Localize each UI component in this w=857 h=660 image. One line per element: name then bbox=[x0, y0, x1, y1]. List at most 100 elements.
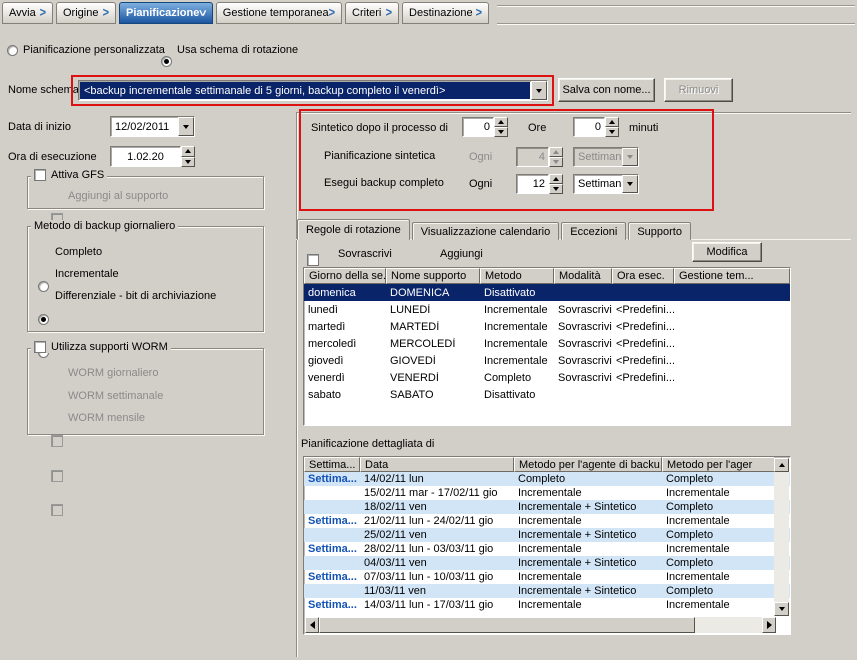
column-header-other-method[interactable]: Metodo per l'ager bbox=[662, 457, 775, 472]
detail-table-row[interactable]: 15/02/11 mar - 17/02/11 gioIncrementaleI… bbox=[304, 486, 790, 500]
tab-supporto[interactable]: Supporto bbox=[628, 222, 691, 240]
spin-down-button[interactable] bbox=[181, 157, 195, 168]
scrollbar-track[interactable] bbox=[774, 472, 789, 602]
column-header-media[interactable]: Nome supporto bbox=[386, 268, 480, 284]
custom-schedule-radio[interactable] bbox=[7, 45, 18, 56]
spin-up-button[interactable] bbox=[549, 147, 563, 157]
synthetic-interval-spinner[interactable]: 4 bbox=[516, 147, 563, 167]
scroll-right-button[interactable] bbox=[762, 617, 776, 633]
tab-pianificazione[interactable]: Pianificazione > bbox=[119, 2, 213, 24]
scroll-left-button[interactable] bbox=[305, 617, 319, 633]
save-as-button[interactable]: Salva con nome... bbox=[558, 78, 655, 102]
vertical-scrollbar[interactable] bbox=[774, 458, 789, 616]
rules-table-row[interactable]: mercoledìMERCOLEDÌIncrementaleSovrascriv… bbox=[304, 335, 790, 352]
dropdown-arrow-icon[interactable] bbox=[622, 148, 638, 166]
worm-weekly-checkbox[interactable] bbox=[51, 470, 63, 482]
worm-monthly-label: WORM mensile bbox=[68, 412, 145, 424]
method-completo-label: Completo bbox=[55, 246, 102, 258]
rules-cell: Disattivato bbox=[480, 287, 554, 299]
tab-avvia[interactable]: Avvia > bbox=[2, 2, 53, 24]
rules-cell: Sovrascrivi bbox=[554, 355, 612, 367]
tab-origine[interactable]: Origine > bbox=[56, 2, 116, 24]
detail-table-row[interactable]: Settima...21/02/11 lun - 24/02/11 gioInc… bbox=[304, 514, 790, 528]
scrollbar-thumb[interactable] bbox=[319, 617, 695, 633]
synthetic-minutes-spinner[interactable]: 0 bbox=[573, 117, 619, 137]
remove-button[interactable]: Rimuovi bbox=[664, 78, 733, 102]
synthetic-schedule-checkbox[interactable] bbox=[307, 254, 319, 266]
worm-enable-checkbox[interactable] bbox=[34, 341, 46, 353]
rules-table-row[interactable]: martedìMARTEDÌIncrementaleSovrascrivi<Pr… bbox=[304, 318, 790, 335]
detail-table-row[interactable]: Settima...07/03/11 lun - 10/03/11 gioInc… bbox=[304, 570, 790, 584]
column-header-week[interactable]: Settima... bbox=[304, 457, 360, 472]
rules-cell: LUNEDÌ bbox=[386, 304, 480, 316]
rules-table-row[interactable]: lunedìLUNEDÌIncrementaleSovrascrivi<Pred… bbox=[304, 301, 790, 318]
method-incrementale-radio[interactable] bbox=[38, 314, 49, 325]
spin-down-button[interactable] bbox=[494, 127, 508, 137]
rules-cell: <Predefini... bbox=[612, 338, 674, 350]
rotation-scheme-radio[interactable] bbox=[161, 56, 172, 67]
spin-up-button[interactable] bbox=[181, 146, 195, 157]
scrollbar-track[interactable] bbox=[695, 617, 762, 633]
detail-table-row[interactable]: Settima...14/03/11 lun - 17/03/11 gioInc… bbox=[304, 598, 790, 612]
tab-visualizzazione-calendario[interactable]: Visualizzazione calendario bbox=[412, 222, 559, 240]
rules-cell: DOMENICA bbox=[386, 287, 480, 299]
detail-table-row[interactable]: 25/02/11 venIncrementale + SinteticoComp… bbox=[304, 528, 790, 542]
edit-button[interactable]: Modifica bbox=[692, 242, 762, 262]
dropdown-arrow-icon[interactable] bbox=[178, 117, 194, 136]
tab-destinazione[interactable]: Destinazione > bbox=[402, 2, 489, 24]
exec-time-value: 1.02.20 bbox=[110, 146, 181, 167]
start-date-select[interactable]: 12/02/2011 bbox=[110, 116, 195, 137]
tab-eccezioni[interactable]: Eccezioni bbox=[561, 222, 626, 240]
gfs-append-label: Aggiungi al supporto bbox=[68, 190, 168, 202]
spin-up-button[interactable] bbox=[605, 117, 619, 127]
detail-table-row[interactable]: 18/02/11 venIncrementale + SinteticoComp… bbox=[304, 500, 790, 514]
tab-gestione-temporanea[interactable]: Gestione temporanea > bbox=[216, 2, 342, 24]
detail-table-row[interactable]: 11/03/11 venIncrementale + SinteticoComp… bbox=[304, 584, 790, 598]
detail-table-row[interactable]: 04/03/11 venIncrementale + SinteticoComp… bbox=[304, 556, 790, 570]
gfs-enable-checkbox[interactable] bbox=[34, 169, 46, 181]
synthetic-hours-spinner[interactable]: 0 bbox=[462, 117, 508, 137]
rules-cell: <Predefini... bbox=[612, 355, 674, 367]
synthetic-every-label: Ogni bbox=[469, 151, 492, 163]
scroll-down-button[interactable] bbox=[774, 602, 789, 616]
column-header-method[interactable]: Metodo bbox=[480, 268, 554, 284]
rules-cell: Sovrascrivi bbox=[554, 372, 612, 384]
column-header-mode[interactable]: Modalità bbox=[554, 268, 612, 284]
detail-table-row[interactable]: Settima...28/02/11 lun - 03/03/11 gioInc… bbox=[304, 542, 790, 556]
column-header-time[interactable]: Ora esec. bbox=[612, 268, 674, 284]
dropdown-arrow-icon[interactable] bbox=[531, 81, 547, 100]
method-completo-radio[interactable] bbox=[38, 281, 49, 292]
scheme-name-select[interactable]: <backup incrementale settimanale di 5 gi… bbox=[78, 80, 548, 101]
spin-up-button[interactable] bbox=[549, 174, 563, 184]
worm-monthly-checkbox[interactable] bbox=[51, 504, 63, 516]
column-header-agent-method[interactable]: Metodo per l'agente di backu... bbox=[514, 457, 662, 472]
dropdown-arrow-icon[interactable] bbox=[622, 175, 638, 193]
rules-table-row[interactable]: sabatoSABATODisattivato bbox=[304, 386, 790, 403]
column-header-day[interactable]: Giorno della se... bbox=[304, 268, 386, 284]
spin-down-button[interactable] bbox=[549, 157, 563, 167]
spin-up-button[interactable] bbox=[494, 117, 508, 127]
full-backup-interval-spinner[interactable]: 12 bbox=[516, 174, 563, 194]
rules-table-row[interactable]: giovedìGIOVEDÌIncrementaleSovrascrivi<Pr… bbox=[304, 352, 790, 369]
exec-time-spinner[interactable]: 1.02.20 bbox=[110, 146, 195, 167]
rules-cell: domenica bbox=[304, 287, 386, 299]
column-header-date[interactable]: Data bbox=[360, 457, 514, 472]
rules-table-row[interactable]: domenicaDOMENICADisattivato bbox=[304, 284, 790, 301]
spin-down-button[interactable] bbox=[549, 184, 563, 194]
tab-regole-di-rotazione[interactable]: Regole di rotazione bbox=[297, 219, 410, 240]
full-backup-unit-select[interactable]: Settimana/ bbox=[573, 174, 639, 194]
detail-cell: Incrementale bbox=[514, 515, 662, 527]
spin-down-button[interactable] bbox=[605, 127, 619, 137]
scroll-up-button[interactable] bbox=[774, 458, 789, 472]
detail-cell: Incrementale + Sintetico bbox=[514, 585, 662, 597]
detail-cell: Incrementale bbox=[662, 487, 775, 499]
worm-daily-checkbox[interactable] bbox=[51, 435, 63, 447]
horizontal-scrollbar[interactable] bbox=[305, 617, 776, 633]
tab-label: Pianificazione bbox=[126, 7, 199, 19]
tab-criteri[interactable]: Criteri > bbox=[345, 2, 399, 24]
column-header-staging[interactable]: Gestione tem... bbox=[674, 268, 790, 284]
detail-table-row[interactable]: Settima...14/02/11 lunCompletoCompleto bbox=[304, 472, 790, 486]
rules-table-row[interactable]: venerdìVENERDÌCompletoSovrascrivi<Predef… bbox=[304, 369, 790, 386]
rotation-tab-strip: Regole di rotazione Visualizzazione cale… bbox=[297, 219, 693, 240]
synthetic-unit-select[interactable]: Settimana/ bbox=[573, 147, 639, 167]
